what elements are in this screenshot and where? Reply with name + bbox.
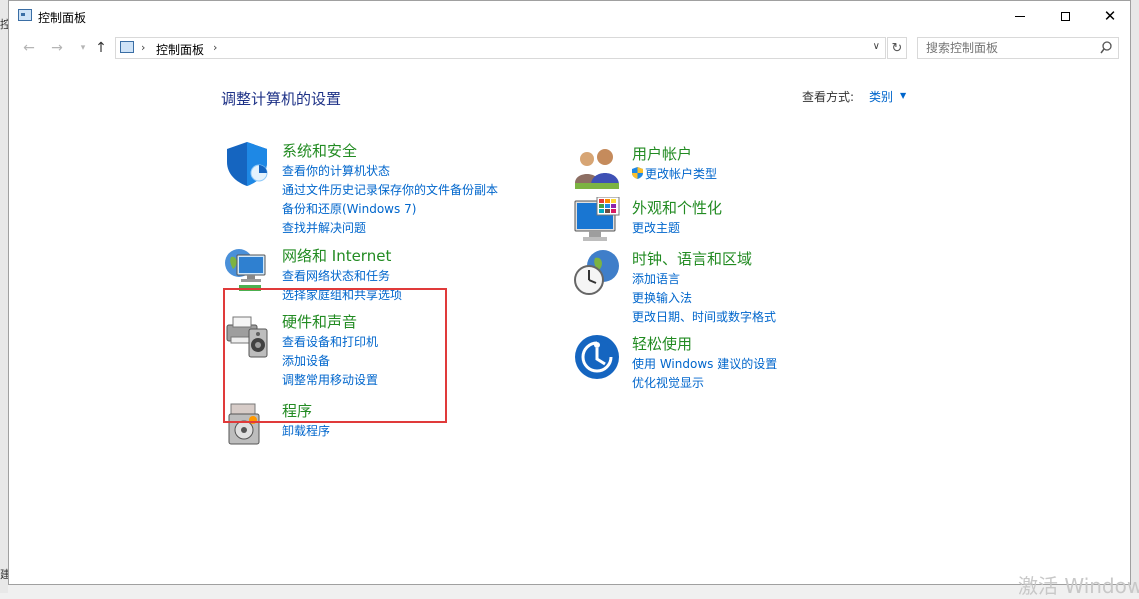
category-heading[interactable]: 外观和个性化: [632, 197, 722, 218]
title-bar[interactable]: 控制面板 ✕: [9, 1, 1130, 31]
monitor-icon[interactable]: [573, 197, 621, 245]
category-link[interactable]: 更改日期、时间或数字格式: [632, 308, 776, 327]
globe-network-icon[interactable]: [223, 245, 271, 293]
navigation-bar: ← → ▾ ↑ › 控制面板 › ∨ ↻: [9, 34, 1130, 62]
category-link[interactable]: 添加语言: [632, 270, 776, 289]
refresh-icon: ↻: [891, 40, 903, 56]
breadcrumb-chevron-icon[interactable]: ›: [141, 41, 145, 54]
search-icon[interactable]: [1100, 41, 1112, 55]
category-link[interactable]: 优化视觉显示: [632, 374, 777, 393]
maximize-button[interactable]: [1042, 1, 1088, 31]
category-link[interactable]: 通过文件历史记录保存你的文件备份副本: [282, 181, 498, 200]
category-link[interactable]: 使用 Windows 建议的设置: [632, 355, 777, 374]
breadcrumb-control-panel[interactable]: 控制面板: [156, 41, 204, 58]
users-icon[interactable]: [573, 143, 621, 191]
category-heading[interactable]: 时钟、语言和区域: [632, 248, 752, 269]
address-dropdown-icon[interactable]: ∨: [873, 41, 880, 52]
category-link[interactable]: 查找并解决问题: [282, 219, 498, 238]
arrow-left-icon: ←: [23, 40, 35, 56]
arrow-up-icon: ↑: [95, 40, 107, 56]
minimize-button[interactable]: [997, 1, 1043, 31]
category-heading[interactable]: 系统和安全: [282, 140, 357, 161]
category-heading[interactable]: 轻松使用: [632, 333, 692, 354]
view-by-dropdown[interactable]: 类别: [869, 88, 893, 105]
chevron-down-icon: ▾: [80, 43, 86, 53]
breadcrumb-chevron-icon[interactable]: ›: [213, 41, 217, 54]
control-panel-window: 控制面板 ✕ ← → ▾ ↑ › 控制面板 › ∨ ↻ 调整计算机的设置 查看方…: [8, 0, 1131, 585]
close-button[interactable]: ✕: [1087, 1, 1133, 31]
background-left: 控 建: [0, 0, 11, 593]
clock-globe-icon[interactable]: [573, 248, 621, 296]
view-by-caret-icon[interactable]: ▼: [900, 91, 906, 100]
view-by-label: 查看方式:: [802, 90, 855, 104]
category-link[interactable]: 更改主题: [632, 219, 680, 238]
category-link[interactable]: 查看你的计算机状态: [282, 162, 498, 181]
category-link[interactable]: 更换输入法: [632, 289, 776, 308]
control-panel-icon: [120, 41, 134, 53]
window-title: 控制面板: [38, 11, 87, 25]
background-right: [1131, 0, 1139, 593]
address-bar[interactable]: › 控制面板 › ∨: [115, 37, 886, 59]
content-area: 调整计算机的设置 查看方式: 类别 ▼ 系统和安全 查看你的计算机状态 通过文件…: [9, 63, 1130, 583]
activation-watermark: 激活 Window: [1018, 574, 1139, 598]
category-link-label: 更改帐户类型: [645, 167, 718, 181]
category-heading[interactable]: 用户帐户: [632, 143, 692, 164]
recent-locations-button[interactable]: ▾: [73, 38, 93, 58]
category-link[interactable]: 卸载程序: [282, 422, 330, 441]
arrow-right-icon: →: [51, 40, 63, 56]
page-title: 调整计算机的设置: [221, 90, 342, 108]
highlight-box: [223, 288, 447, 423]
category-link[interactable]: 备份和还原(Windows 7): [282, 200, 498, 219]
maximize-icon: [1060, 11, 1070, 21]
shield-icon[interactable]: [223, 140, 271, 188]
minimize-icon: [1015, 15, 1025, 17]
close-icon: ✕: [1103, 6, 1117, 25]
refresh-button[interactable]: ↻: [887, 37, 907, 59]
up-button[interactable]: ↑: [91, 38, 111, 58]
category-link[interactable]: 查看网络状态和任务: [282, 267, 402, 286]
uac-shield-icon: [632, 167, 643, 179]
category-link[interactable]: 更改帐户类型: [632, 165, 717, 184]
forward-button[interactable]: →: [47, 38, 67, 58]
control-panel-icon: [18, 9, 32, 21]
back-button[interactable]: ←: [19, 38, 39, 58]
category-heading[interactable]: 网络和 Internet: [282, 245, 391, 266]
search-box[interactable]: [917, 37, 1119, 59]
search-input[interactable]: [918, 38, 1101, 58]
ease-of-access-icon[interactable]: [573, 333, 621, 381]
